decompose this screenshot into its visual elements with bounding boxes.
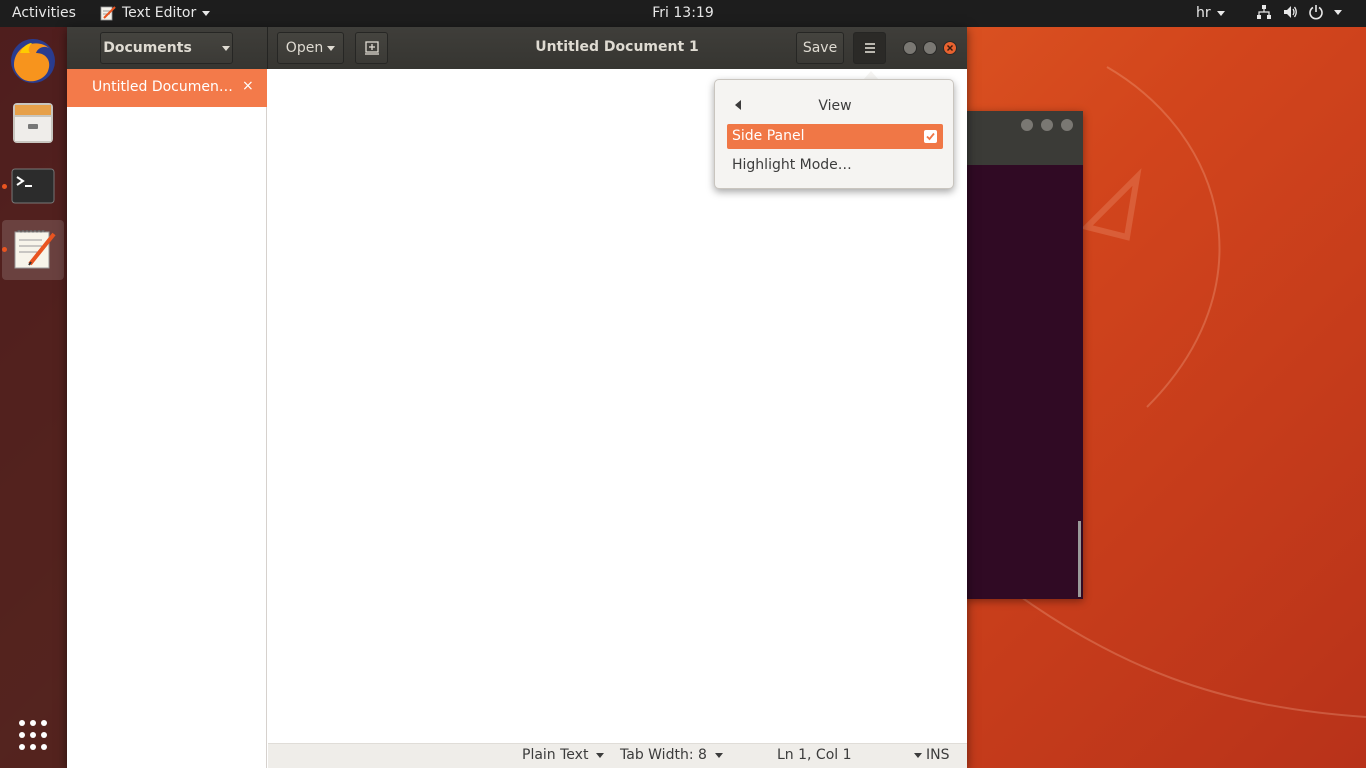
background-window-titlebar[interactable] — [966, 111, 1083, 165]
menu-item-side-panel[interactable]: Side Panel — [727, 124, 943, 149]
running-indicator — [2, 184, 7, 189]
firefox-icon — [11, 39, 55, 83]
keyboard-layout-indicator[interactable]: hr — [1196, 5, 1225, 21]
maximize-icon[interactable] — [1041, 119, 1053, 131]
insert-mode-indicator[interactable]: INS — [926, 747, 950, 763]
header-separator — [267, 27, 268, 69]
menu-item-label: Highlight Mode… — [732, 157, 852, 173]
open-button[interactable]: Open — [277, 32, 344, 64]
minimize-icon[interactable] — [1021, 119, 1033, 131]
volume-icon — [1284, 6, 1297, 18]
window-title: Untitled Document 1 — [535, 39, 699, 55]
activities-button[interactable]: Activities — [12, 5, 76, 21]
chevron-down-icon — [327, 45, 336, 51]
checkmark-icon — [926, 132, 935, 141]
popover-title: View — [818, 98, 852, 114]
tab-width-selector[interactable]: Tab Width: 8 — [620, 747, 723, 763]
document-list-item[interactable]: Untitled Documen… × — [67, 69, 267, 107]
documents-button-label: Documents — [103, 40, 192, 56]
open-button-label: Open — [285, 40, 324, 56]
dock-item-files[interactable] — [2, 93, 64, 153]
save-button-label: Save — [802, 40, 838, 56]
show-apps-icon — [19, 720, 47, 750]
cursor-position-label: Ln 1, Col 1 — [777, 747, 852, 763]
running-indicator — [2, 247, 7, 252]
new-tab-button[interactable] — [355, 32, 388, 64]
documents-button[interactable]: Documents — [100, 32, 233, 64]
chevron-down-icon — [1334, 9, 1342, 15]
status-bar: Plain Text Tab Width: 8 Ln 1, Col 1 INS — [268, 743, 967, 768]
checkbox[interactable] — [924, 130, 937, 143]
dock-item-firefox[interactable] — [2, 31, 64, 91]
menu-item-label: Side Panel — [732, 128, 805, 144]
text-editor-small-icon — [100, 6, 116, 21]
cursor-position-selector[interactable]: Ln 1, Col 1 — [777, 747, 922, 763]
dock — [0, 27, 67, 768]
scrollbar[interactable] — [1078, 521, 1081, 597]
maximize-icon[interactable] — [923, 41, 937, 55]
save-button[interactable]: Save — [796, 32, 844, 64]
files-icon — [13, 103, 53, 143]
side-panel: Untitled Documen… × — [67, 69, 267, 768]
menu-item-highlight-mode[interactable]: Highlight Mode… — [727, 153, 943, 178]
app-menu-label: Text Editor — [122, 5, 197, 21]
dock-item-text-editor[interactable] — [2, 220, 64, 280]
chevron-down-icon — [221, 45, 230, 51]
hamburger-menu-icon — [864, 43, 875, 53]
minimize-icon[interactable] — [903, 41, 917, 55]
app-menu[interactable]: Text Editor — [100, 5, 211, 21]
system-menu[interactable] — [1256, 4, 1342, 20]
show-applications-button[interactable] — [2, 705, 64, 765]
tab-width-label: Tab Width: 8 — [620, 747, 707, 763]
background-terminal-window[interactable] — [966, 111, 1083, 599]
language-selector[interactable]: Plain Text — [522, 747, 605, 763]
top-bar: Activities Text Editor Fri 13:19 hr — [0, 0, 1366, 27]
hamburger-menu-button[interactable] — [853, 32, 886, 64]
view-popover-menu: View Side Panel Highlight Mode… — [714, 79, 954, 189]
power-icon — [1309, 5, 1323, 20]
network-icon — [1257, 5, 1271, 19]
terminal-icon — [11, 168, 55, 204]
chevron-down-icon — [596, 752, 605, 758]
new-document-icon — [364, 41, 379, 55]
close-icon[interactable] — [943, 41, 957, 55]
chevron-down-icon — [913, 752, 922, 758]
insert-mode-label: INS — [926, 747, 950, 763]
clock[interactable]: Fri 13:19 — [652, 5, 713, 21]
close-document-button[interactable]: × — [242, 78, 254, 94]
document-list-item-label: Untitled Documen… — [92, 79, 233, 95]
keyboard-layout-label: hr — [1196, 5, 1211, 21]
language-label: Plain Text — [522, 747, 589, 763]
close-icon[interactable] — [1061, 119, 1073, 131]
text-editor-icon — [14, 230, 56, 269]
header-bar: Documents Open Untitled Document 1 Save — [67, 27, 967, 69]
chevron-down-icon — [202, 10, 211, 16]
dock-item-terminal[interactable] — [2, 157, 64, 217]
chevron-down-icon — [1216, 10, 1225, 16]
chevron-down-icon — [714, 752, 723, 758]
